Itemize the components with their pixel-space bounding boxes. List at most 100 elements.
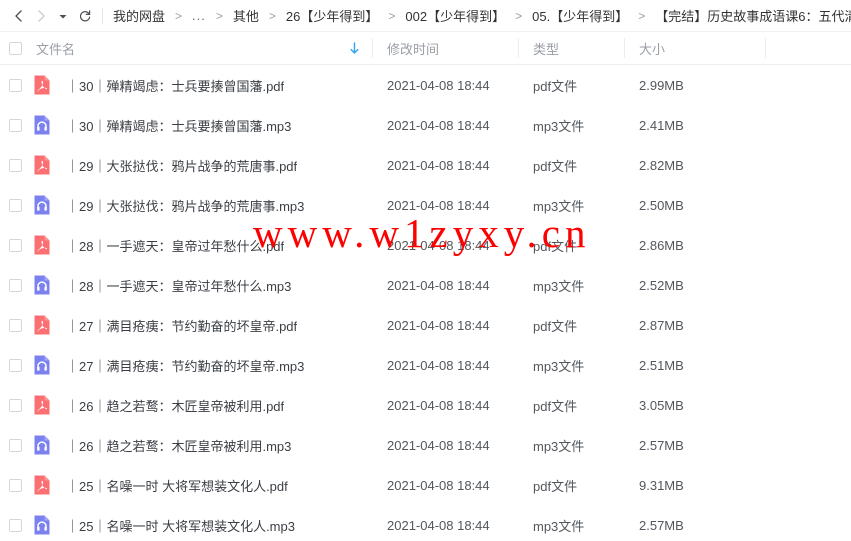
file-name-label[interactable]: ｜29｜大张挞伐：鸦片战争的荒唐事.pdf bbox=[66, 156, 297, 175]
row-divider bbox=[765, 275, 766, 295]
file-name-label[interactable]: ｜27｜满目疮痍：节约勤奋的坏皇帝.mp3 bbox=[66, 356, 304, 375]
row-divider bbox=[765, 355, 766, 375]
row-checkbox[interactable] bbox=[0, 358, 30, 372]
file-name-cell[interactable]: ｜25｜名噪一时 大将军想装文化人.pdf bbox=[30, 473, 372, 497]
row-divider bbox=[765, 155, 766, 175]
breadcrumb-item-05[interactable]: 05.【少年得到】 bbox=[530, 6, 630, 25]
back-icon[interactable] bbox=[8, 5, 30, 27]
file-name-cell[interactable]: ｜29｜大张挞伐：鸦片战争的荒唐事.pdf bbox=[30, 153, 372, 177]
table-row[interactable]: ｜25｜名噪一时 大将军想装文化人.mp3 2021-04-08 18:44 mp3… bbox=[0, 505, 851, 541]
row-checkbox[interactable] bbox=[0, 478, 30, 492]
file-list: ｜30｜殚精竭虑：士兵要揍曾国藩.pdf 2021-04-08 18:44 pdf文… bbox=[0, 65, 851, 541]
checkbox-box bbox=[8, 198, 22, 212]
breadcrumb-separator: > bbox=[515, 8, 523, 23]
breadcrumb: 我的网盘 > ... > 其他 > 26【少年得到】 > 002【少年得到】 >… bbox=[111, 6, 851, 25]
file-size-cell: 2.86MB bbox=[639, 237, 684, 253]
file-name-label[interactable]: ｜27｜满目疮痍：节约勤奋的坏皇帝.pdf bbox=[66, 316, 297, 335]
chevron-down-icon[interactable] bbox=[52, 5, 74, 27]
breadcrumb-item-current[interactable]: 【完结】历史故事成语课6：五代清朝 bbox=[653, 6, 851, 25]
file-name-cell[interactable]: ｜27｜满目疮痍：节约勤奋的坏皇帝.pdf bbox=[30, 313, 372, 337]
forward-icon[interactable] bbox=[30, 5, 52, 27]
table-row[interactable]: ｜28｜一手遮天：皇帝过年愁什么.pdf 2021-04-08 18:44 pdf文… bbox=[0, 225, 851, 265]
row-divider bbox=[765, 315, 766, 335]
table-row[interactable]: ｜28｜一手遮天：皇帝过年愁什么.mp3 2021-04-08 18:44 mp3文… bbox=[0, 265, 851, 305]
breadcrumb-item-root[interactable]: 我的网盘 bbox=[111, 6, 167, 25]
file-name-label[interactable]: ｜28｜一手遮天：皇帝过年愁什么.pdf bbox=[66, 236, 284, 255]
file-name-cell[interactable]: ｜26｜趋之若鹜：木匠皇帝被利用.mp3 bbox=[30, 433, 372, 457]
row-checkbox[interactable] bbox=[0, 278, 30, 292]
table-row[interactable]: ｜26｜趋之若鹜：木匠皇帝被利用.mp3 2021-04-08 18:44 mp3文… bbox=[0, 425, 851, 465]
breadcrumb-item-002[interactable]: 002【少年得到】 bbox=[403, 6, 507, 25]
file-name-cell[interactable]: ｜29｜大张挞伐：鸦片战争的荒唐事.mp3 bbox=[30, 193, 372, 217]
file-time-cell: 2021-04-08 18:44 bbox=[387, 357, 490, 373]
row-checkbox[interactable] bbox=[0, 438, 30, 452]
column-header-type[interactable]: 类型 bbox=[519, 39, 624, 58]
file-name-label[interactable]: ｜28｜一手遮天：皇帝过年愁什么.mp3 bbox=[66, 276, 291, 295]
pdf-file-icon bbox=[30, 153, 54, 177]
file-name-cell[interactable]: ｜25｜名噪一时 大将军想装文化人.mp3 bbox=[30, 513, 372, 537]
file-time-cell: 2021-04-08 18:44 bbox=[387, 197, 490, 213]
file-time-cell: 2021-04-08 18:44 bbox=[387, 117, 490, 133]
breadcrumb-item-other[interactable]: 其他 bbox=[231, 6, 261, 25]
file-time-cell: 2021-04-08 18:44 bbox=[387, 77, 490, 93]
select-all-checkbox[interactable] bbox=[0, 41, 30, 55]
checkbox-box bbox=[8, 78, 22, 92]
row-divider bbox=[765, 75, 766, 95]
file-name-label[interactable]: ｜26｜趋之若鹜：木匠皇帝被利用.mp3 bbox=[66, 436, 291, 455]
file-name-cell[interactable]: ｜28｜一手遮天：皇帝过年愁什么.mp3 bbox=[30, 273, 372, 297]
row-checkbox[interactable] bbox=[0, 238, 30, 252]
table-row[interactable]: ｜27｜满目疮痍：节约勤奋的坏皇帝.pdf 2021-04-08 18:44 pdf… bbox=[0, 305, 851, 345]
file-name-cell[interactable]: ｜27｜满目疮痍：节约勤奋的坏皇帝.mp3 bbox=[30, 353, 372, 377]
mp3-file-icon bbox=[30, 353, 54, 377]
sort-descending-icon[interactable] bbox=[349, 41, 360, 55]
breadcrumb-separator: > bbox=[175, 8, 183, 23]
refresh-icon[interactable] bbox=[74, 5, 96, 27]
file-name-cell[interactable]: ｜30｜殚精竭虑：士兵要揍曾国藩.mp3 bbox=[30, 113, 372, 137]
file-browser-window: 我的网盘 > ... > 其他 > 26【少年得到】 > 002【少年得到】 >… bbox=[0, 0, 851, 541]
file-name-cell[interactable]: ｜26｜趋之若鹜：木匠皇帝被利用.pdf bbox=[30, 393, 372, 417]
file-type-cell: pdf文件 bbox=[533, 158, 578, 174]
file-size-cell: 2.99MB bbox=[639, 77, 684, 93]
file-time-cell: 2021-04-08 18:44 bbox=[387, 517, 490, 533]
row-checkbox[interactable] bbox=[0, 118, 30, 132]
checkbox-box bbox=[8, 41, 22, 55]
file-type-cell: pdf文件 bbox=[533, 238, 578, 254]
file-type-cell: pdf文件 bbox=[533, 78, 578, 94]
file-name-cell[interactable]: ｜30｜殚精竭虑：士兵要揍曾国藩.pdf bbox=[30, 73, 372, 97]
file-name-label[interactable]: ｜26｜趋之若鹜：木匠皇帝被利用.pdf bbox=[66, 396, 284, 415]
table-row[interactable]: ｜25｜名噪一时 大将军想装文化人.pdf 2021-04-08 18:44 pdf… bbox=[0, 465, 851, 505]
table-row[interactable]: ｜30｜殚精竭虑：士兵要揍曾国藩.mp3 2021-04-08 18:44 mp3文… bbox=[0, 105, 851, 145]
table-row[interactable]: ｜29｜大张挞伐：鸦片战争的荒唐事.mp3 2021-04-08 18:44 mp3… bbox=[0, 185, 851, 225]
file-type-cell: pdf文件 bbox=[533, 318, 578, 334]
row-checkbox[interactable] bbox=[0, 78, 30, 92]
row-checkbox[interactable] bbox=[0, 158, 30, 172]
row-divider bbox=[765, 235, 766, 255]
column-header-name[interactable]: 文件名 bbox=[30, 39, 372, 58]
table-row[interactable]: ｜26｜趋之若鹜：木匠皇帝被利用.pdf 2021-04-08 18:44 pdf文… bbox=[0, 385, 851, 425]
column-header-time[interactable]: 修改时间 bbox=[373, 39, 518, 58]
file-name-label[interactable]: ｜30｜殚精竭虑：士兵要揍曾国藩.mp3 bbox=[66, 116, 291, 135]
breadcrumb-item-ellipsis[interactable]: ... bbox=[190, 8, 208, 23]
file-name-label[interactable]: ｜25｜名噪一时 大将军想装文化人.mp3 bbox=[66, 516, 295, 535]
file-table-header: 文件名 修改时间 类型 大小 bbox=[0, 31, 851, 65]
column-header-size[interactable]: 大小 bbox=[625, 39, 765, 58]
row-checkbox[interactable] bbox=[0, 398, 30, 412]
file-time-cell: 2021-04-08 18:44 bbox=[387, 477, 490, 493]
table-row[interactable]: ｜27｜满目疮痍：节约勤奋的坏皇帝.mp3 2021-04-08 18:44 mp3… bbox=[0, 345, 851, 385]
file-name-cell[interactable]: ｜28｜一手遮天：皇帝过年愁什么.pdf bbox=[30, 233, 372, 257]
table-row[interactable]: ｜30｜殚精竭虑：士兵要揍曾国藩.pdf 2021-04-08 18:44 pdf文… bbox=[0, 65, 851, 105]
breadcrumb-separator: > bbox=[268, 8, 276, 23]
file-name-label[interactable]: ｜25｜名噪一时 大将军想装文化人.pdf bbox=[66, 476, 288, 495]
mp3-file-icon bbox=[30, 273, 54, 297]
row-checkbox[interactable] bbox=[0, 518, 30, 532]
file-type-cell: mp3文件 bbox=[533, 438, 585, 454]
table-row[interactable]: ｜29｜大张挞伐：鸦片战争的荒唐事.pdf 2021-04-08 18:44 pdf… bbox=[0, 145, 851, 185]
file-name-label[interactable]: ｜30｜殚精竭虑：士兵要揍曾国藩.pdf bbox=[66, 76, 284, 95]
row-divider bbox=[765, 435, 766, 455]
file-time-cell: 2021-04-08 18:44 bbox=[387, 157, 490, 173]
breadcrumb-item-26[interactable]: 26【少年得到】 bbox=[284, 6, 380, 25]
row-checkbox[interactable] bbox=[0, 318, 30, 332]
file-size-cell: 2.50MB bbox=[639, 197, 684, 213]
row-checkbox[interactable] bbox=[0, 198, 30, 212]
file-name-label[interactable]: ｜29｜大张挞伐：鸦片战争的荒唐事.mp3 bbox=[66, 196, 304, 215]
